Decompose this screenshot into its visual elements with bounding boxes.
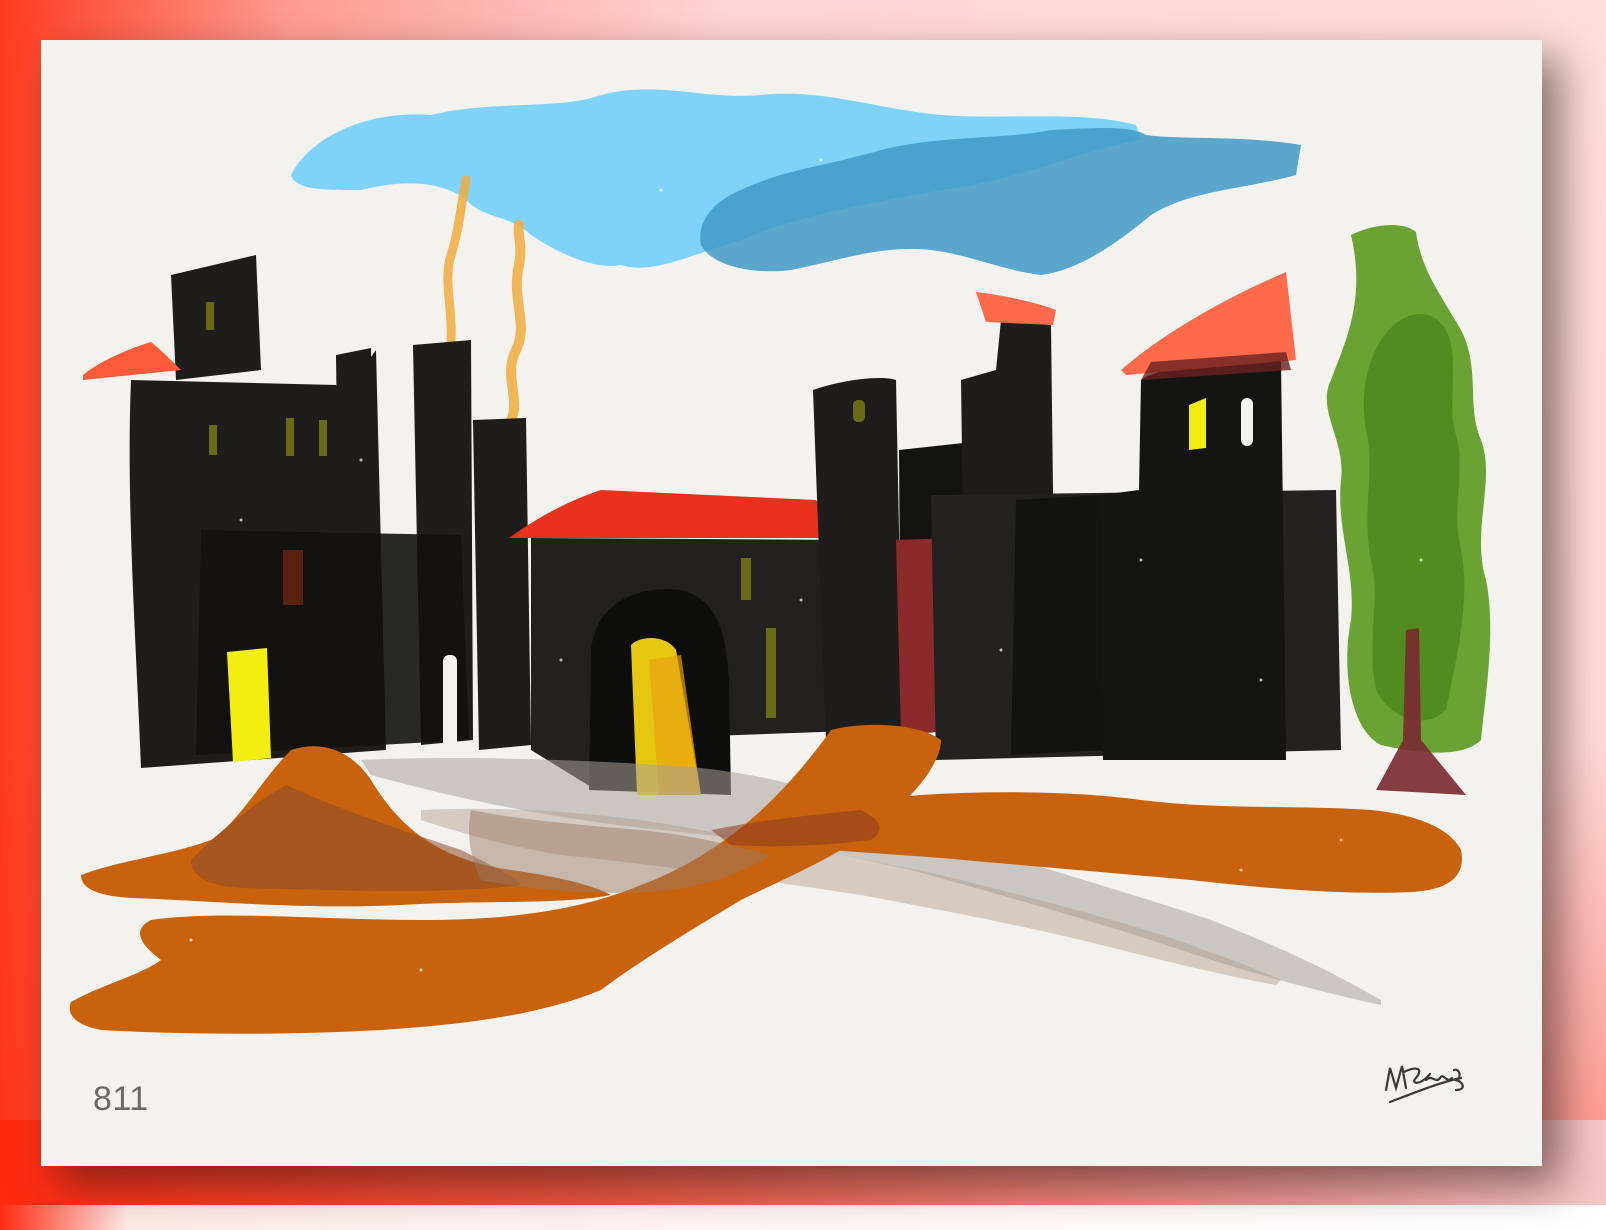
door-left-white-slit xyxy=(443,655,457,750)
window-left-4 xyxy=(319,420,327,456)
door-left-yellow xyxy=(227,648,271,762)
smoke-right xyxy=(506,220,526,425)
roof-center-red xyxy=(509,490,846,538)
window-center-2 xyxy=(766,628,776,718)
window-left-3 xyxy=(286,418,294,456)
tower-right-center xyxy=(813,378,903,740)
smoke-left xyxy=(443,175,471,345)
tower-left-tall xyxy=(171,255,261,380)
artist-signature xyxy=(1384,1065,1464,1104)
artwork-canvas: 811 xyxy=(41,40,1542,1166)
chimney-short xyxy=(473,418,531,750)
roof-left-small xyxy=(83,342,181,380)
window-center-1 xyxy=(741,558,751,600)
window-right-white xyxy=(1241,398,1253,446)
frame-white-edge xyxy=(0,1205,1606,1230)
castle-painting xyxy=(69,89,1491,1104)
building-right-front xyxy=(1011,495,1106,755)
roof-right-flag xyxy=(976,292,1056,325)
artwork-number: 811 xyxy=(93,1080,149,1118)
window-rc-1 xyxy=(853,400,865,422)
window-right-yellow xyxy=(1189,398,1206,450)
window-left-brown xyxy=(283,550,303,605)
window-left-1 xyxy=(206,302,214,330)
window-left-2 xyxy=(209,425,217,455)
